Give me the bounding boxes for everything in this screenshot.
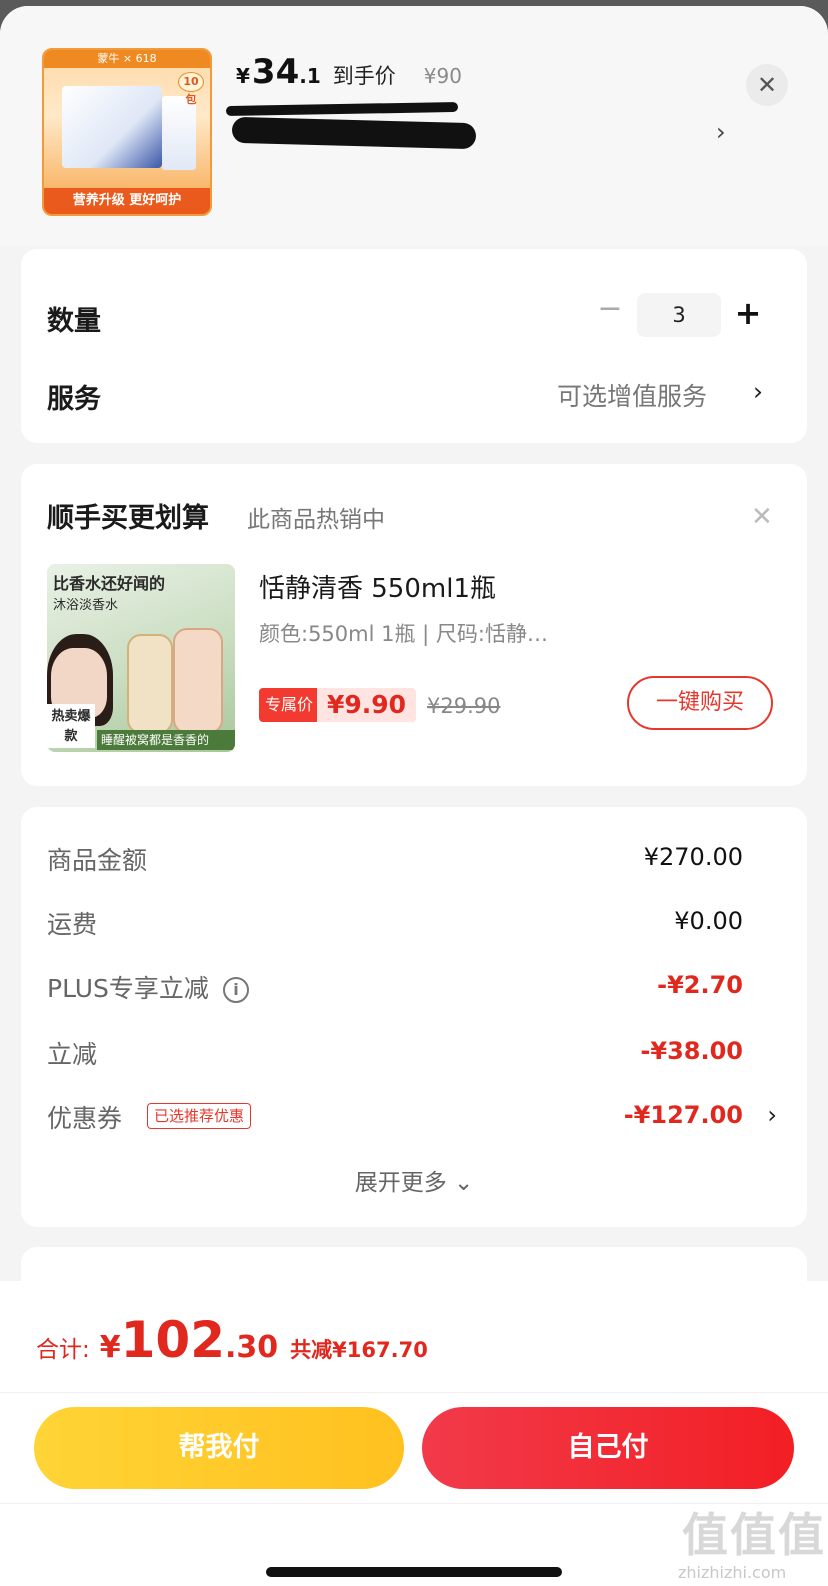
hot-seller-badge: 热卖爆款: [47, 704, 95, 748]
product-thumbnail[interactable]: 蒙牛 × 618 10包 营养升级 更好呵护: [42, 48, 212, 216]
checkout-bar: 合计: ¥ 102 .30 共减¥167.70 帮我付 自己付 值值值 zhiz…: [0, 1281, 828, 1586]
price-integer: 34: [251, 52, 300, 92]
fee-label: 运费: [47, 910, 98, 939]
total-savings: 共减¥167.70: [290, 1338, 428, 1362]
help-pay-button[interactable]: 帮我付: [34, 1407, 404, 1489]
chevron-right-icon[interactable]: ›: [716, 118, 726, 146]
image-bottom-caption: 睡醒被窝都是香香的: [97, 730, 235, 750]
upsell-original-price: ¥29.90: [427, 694, 501, 718]
total-currency: ¥: [99, 1330, 121, 1365]
redaction-mark: [231, 116, 477, 150]
order-sheet: 蒙牛 × 618 10包 营养升级 更好呵护 ¥ 34 .1 到手价 ¥90 ✕…: [0, 6, 828, 1586]
fee-label: 立减: [47, 1040, 98, 1069]
expand-more-button[interactable]: 展开更多 ⌄: [21, 1163, 807, 1197]
price-decimal: .1: [299, 64, 321, 88]
original-price: ¥90: [423, 64, 462, 88]
fee-value: ¥0.00: [674, 907, 743, 935]
image-subline: 沐浴淡香水: [53, 598, 119, 613]
quantity-decrease-button[interactable]: −: [595, 294, 625, 325]
milk-box-image: [62, 86, 162, 168]
thumb-slogan: 营养升级 更好呵护: [44, 188, 210, 214]
chevron-right-icon[interactable]: ›: [753, 377, 763, 406]
quantity-input[interactable]: 3: [637, 293, 721, 337]
fee-value: -¥2.70: [657, 971, 743, 999]
fee-label: 商品金额: [47, 846, 148, 875]
one-click-buy-button[interactable]: 一键购买: [627, 676, 773, 730]
price-tag-label: 到手价: [332, 64, 396, 88]
exclusive-price: ¥9.90: [317, 688, 417, 722]
fee-value: -¥38.00: [640, 1037, 743, 1065]
image-headline: 比香水还好闻的: [53, 574, 166, 593]
redaction-mark: [225, 101, 459, 117]
total-integer: 102: [120, 1311, 225, 1369]
final-price: ¥ 34 .1 到手价 ¥90: [236, 52, 462, 102]
service-label: 服务: [47, 384, 101, 415]
bottle-image: [173, 628, 223, 734]
divider: [0, 1392, 828, 1393]
self-pay-button[interactable]: 自己付: [422, 1407, 794, 1489]
coupon-value[interactable]: -¥127.00: [624, 1101, 743, 1129]
home-indicator[interactable]: [266, 1567, 562, 1577]
quantity-label: 数量: [47, 306, 101, 337]
coupon-selected-badge: 已选推荐优惠: [147, 1103, 252, 1129]
service-selector[interactable]: 可选增值服务: [557, 377, 707, 413]
upsell-product-name[interactable]: 恬静清香 550ml1瓶: [259, 568, 496, 605]
exclusive-price-tag: 专属价: [259, 688, 320, 722]
watermark-url: zhizhizhi.com: [678, 1563, 787, 1582]
thumb-brand-strip: 蒙牛 × 618: [44, 50, 210, 68]
close-icon[interactable]: ✕: [751, 502, 773, 532]
total-decimal: .30: [225, 1330, 279, 1365]
total-amount: 合计: ¥ 102 .30 共减¥167.70: [36, 1311, 428, 1369]
upsell-card: 顺手买更划算 此商品热销中 ✕ 比香水还好闻的 沐浴淡香水 热卖爆款 睡醒被窝都…: [21, 464, 807, 786]
fee-value: ¥270.00: [643, 843, 743, 871]
pack-count-badge: 10包: [178, 72, 204, 106]
fee-label-plus: PLUS专享立减 i: [47, 969, 249, 1005]
price-breakdown-card: 商品金额 ¥270.00 运费 ¥0.00 PLUS专享立减 i -¥2.70 立…: [21, 807, 807, 1227]
total-label: 合计:: [36, 1337, 90, 1363]
options-card: 数量 − 3 + 服务 可选增值服务 ›: [21, 249, 807, 443]
upsell-product-spec: 颜色:550ml 1瓶 | 尺码:恬静…: [259, 622, 548, 646]
product-header: 蒙牛 × 618 10包 营养升级 更好呵护 ¥ 34 .1 到手价 ¥90 ✕…: [0, 6, 828, 246]
info-icon[interactable]: i: [222, 977, 249, 1003]
fee-label: 优惠券: [47, 1104, 123, 1133]
price-currency: ¥: [236, 64, 250, 88]
close-button[interactable]: ✕: [746, 64, 788, 106]
quantity-increase-button[interactable]: +: [733, 293, 763, 333]
watermark-logo: 值值值: [682, 1508, 826, 1562]
bottle-image: [127, 634, 173, 734]
upsell-subtitle: 此商品热销中: [247, 507, 385, 533]
fee-label-text: PLUS专享立减: [47, 974, 209, 1003]
upsell-title: 顺手买更划算: [47, 503, 209, 534]
upsell-product-image[interactable]: 比香水还好闻的 沐浴淡香水 热卖爆款 睡醒被窝都是香香的: [47, 564, 235, 752]
chevron-right-icon[interactable]: ›: [767, 1101, 777, 1129]
